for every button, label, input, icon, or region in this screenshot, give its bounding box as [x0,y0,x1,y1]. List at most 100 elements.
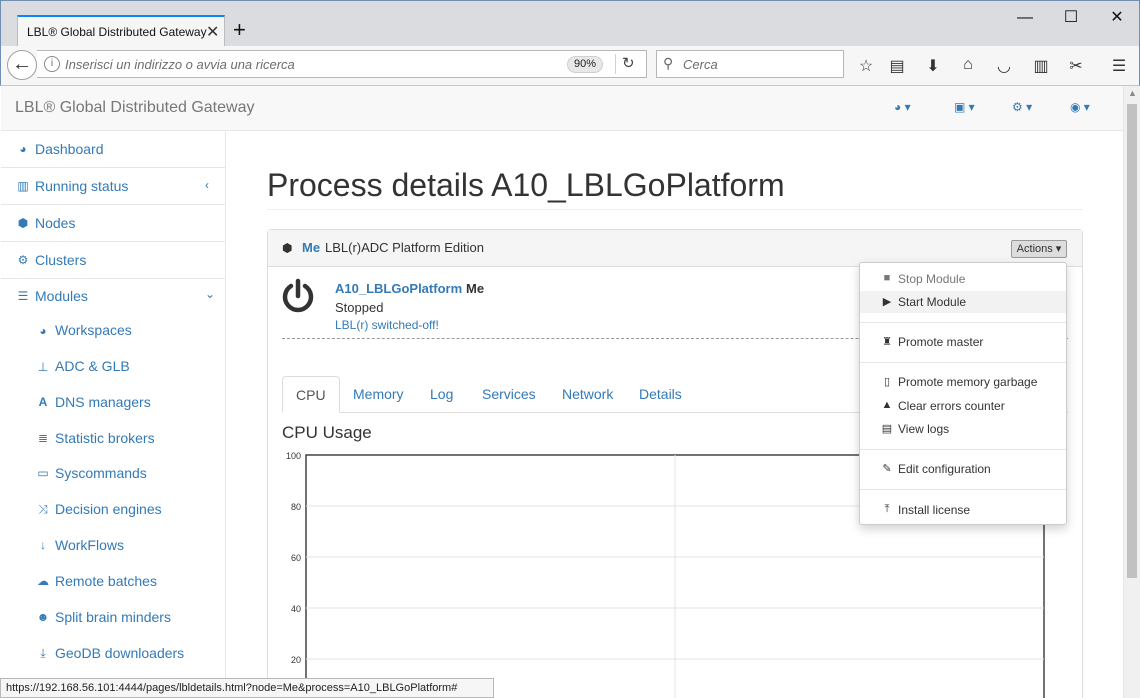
maximize-icon[interactable]: ☐ [1056,7,1086,29]
y-tick-label: 40 [291,604,301,614]
menu-item-label: Clear errors counter [898,399,1005,413]
power-icon [282,278,314,313]
sidebar-subitem-workflows[interactable]: ↓ WorkFlows [1,537,226,561]
process-node: Me [466,281,485,296]
new-tab-icon[interactable]: + [233,19,246,41]
scroll-up-icon[interactable]: ▲ [1128,88,1137,98]
menu-icon[interactable]: ☰ [1108,56,1130,76]
sidebar-subitem-label: Syscommands [55,465,147,481]
tab-log[interactable]: Log [417,376,466,413]
tab-services[interactable]: Services [469,376,549,413]
browser-tab[interactable]: LBL® Global Distributed Gateway ✕ [17,15,225,47]
vertical-scrollbar[interactable]: ▲ [1123,86,1140,698]
sidebar-subitem-label: ADC & GLB [55,358,130,374]
user-menu-icon[interactable]: ◉ ▾ [1070,100,1090,114]
sidebar-item-clusters[interactable]: ⚙ Clusters [1,242,226,279]
sidebar-subitem-dns-managers[interactable]: A DNS managers [1,394,226,418]
info-icon[interactable]: i [44,56,60,72]
sidebar-item-running-status[interactable]: ▥ Running status ‹ [1,168,226,205]
sidebar-item-label: Nodes [35,215,76,231]
menu-divider [860,449,1066,450]
sidebar-subitem-geodb-downloaders[interactable]: ⤓ GeoDB downloaders [1,645,226,669]
play-icon: ▶ [882,296,892,308]
download-icon: ⤓ [40,646,46,660]
cloud-upload-icon: ☁ [37,574,49,588]
tab-title: LBL® Global Distributed Gateway [27,25,207,39]
sidebar-subitem-syscommands[interactable]: ▭ Syscommands [1,465,226,489]
menu-item-label: View logs [898,422,950,436]
process-name-link[interactable]: A10_LBLGoPlatform [335,281,462,296]
dashboard-menu-icon[interactable]: ◕ ▾ [894,100,911,114]
menu-item-edit-configuration[interactable]: ✎ Edit configuration [860,458,1066,480]
dashboard-icon: ◕ [39,324,47,338]
dashboard-icon: ◕ [19,142,27,156]
sidebar-subitem-label: WorkFlows [55,537,124,553]
menu-item-label: Stop Module [898,272,966,286]
bookmark-star-icon[interactable]: ☆ [855,56,877,76]
sidebar-subitem-workspaces[interactable]: ◕ Workspaces [1,322,226,346]
home-icon[interactable]: ⌂ [957,56,979,76]
url-separator [615,54,616,74]
cogs-icon: ⚙ [17,253,29,267]
back-arrow-icon[interactable]: ← [7,50,37,80]
sidebar-item-modules[interactable]: ☰ Modules ⌄ [1,279,226,315]
pocket-icon[interactable]: ◡ [993,56,1015,76]
menu-item-clear-errors-counter[interactable]: ▲ Clear errors counter [860,395,1066,417]
tab-network[interactable]: Network [549,376,626,413]
chevron-down-icon: ⌄ [205,287,216,301]
scrollbar-thumb[interactable] [1127,104,1137,578]
brand-title[interactable]: LBL® Global Distributed Gateway [15,99,254,117]
y-tick-label: 100 [286,451,301,461]
close-window-icon[interactable]: ✕ [1102,7,1132,29]
url-bar[interactable]: i Inserisci un indirizzo o avvia una ric… [37,50,647,78]
laptop-icon: ▭ [37,466,49,480]
tab-close-icon[interactable]: ✕ [206,22,219,42]
sidebar-subitem-label: GeoDB downloaders [55,645,185,661]
chevron-left-icon: ‹ [205,178,209,192]
title-divider [267,209,1083,210]
tab-cpu[interactable]: CPU [282,376,340,413]
menu-item-label: Promote memory garbage [898,375,1038,389]
tab-memory[interactable]: Memory [340,376,417,413]
menu-item-promote-master[interactable]: ♜ Promote master [860,331,1066,353]
save-menu-icon[interactable]: ▣ ▾ [954,100,975,114]
sidebar-subitem-split-brain-minders[interactable]: ☻ Split brain minders [1,609,226,633]
minimize-icon[interactable]: — [1010,7,1040,29]
menu-item-view-logs[interactable]: ▤ View logs [860,418,1066,440]
panel-node-link[interactable]: Me [302,240,320,255]
downloads-icon[interactable]: ⬇ [922,56,944,76]
process-status: Stopped [335,300,384,315]
list-icon: ☰ [17,289,29,303]
extension-icon[interactable]: ▥ [1030,56,1052,76]
browser-titlebar: LBL® Global Distributed Gateway ✕ + — ☐ … [0,0,1140,47]
tab-details[interactable]: Details [626,376,695,413]
y-tick-label: 60 [291,553,301,563]
warning-icon: ▲ [881,399,893,411]
settings-menu-icon[interactable]: ⚙ ▾ [1012,100,1032,114]
reading-list-icon[interactable]: ▤ [886,56,908,76]
sidebar-subitem-remote-batches[interactable]: ☁ Remote batches [1,573,226,597]
file-text-icon: ▤ [881,423,893,435]
panel-edition: LBL(r)ADC Platform Edition [325,240,484,255]
sidebar-subitem-label: Split brain minders [55,609,171,625]
sidebar-subitem-adc-glb[interactable]: ⊥ ADC & GLB [1,358,226,382]
sidebar-subitem-decision-engines[interactable]: ⤨ Decision engines [1,501,226,525]
menu-item-start-module[interactable]: ▶ Start Module [860,291,1066,313]
menu-item-promote-memory-garbage[interactable]: ▯ Promote memory garbage [860,371,1066,393]
actions-button[interactable]: Actions ▾ [1011,240,1067,258]
reload-icon[interactable]: ↻ [622,54,635,72]
sidebar-item-label: Dashboard [35,141,104,157]
sitemap-icon: ⊥ [37,360,49,374]
sidebar-subitem-statistic-brokers[interactable]: ≣ Statistic brokers [1,430,226,454]
screenshot-icon[interactable]: ✂ [1065,56,1087,76]
cube-icon: ⬢ [17,216,29,230]
status-url-bar: https://192.168.56.101:4444/pages/lbldet… [0,678,494,698]
sidebar-item-nodes[interactable]: ⬢ Nodes [1,205,226,242]
search-input[interactable]: ⚲ Cerca [656,50,844,78]
users-icon: ☻ [36,610,50,624]
sidebar-item-dashboard[interactable]: ◕ Dashboard [1,131,226,168]
zoom-badge[interactable]: 90% [567,56,603,73]
menu-item-stop-module[interactable]: ■ Stop Module [860,268,1066,290]
menu-item-install-license[interactable]: ⤒ Install license [860,499,1066,521]
stop-icon: ■ [883,272,891,284]
